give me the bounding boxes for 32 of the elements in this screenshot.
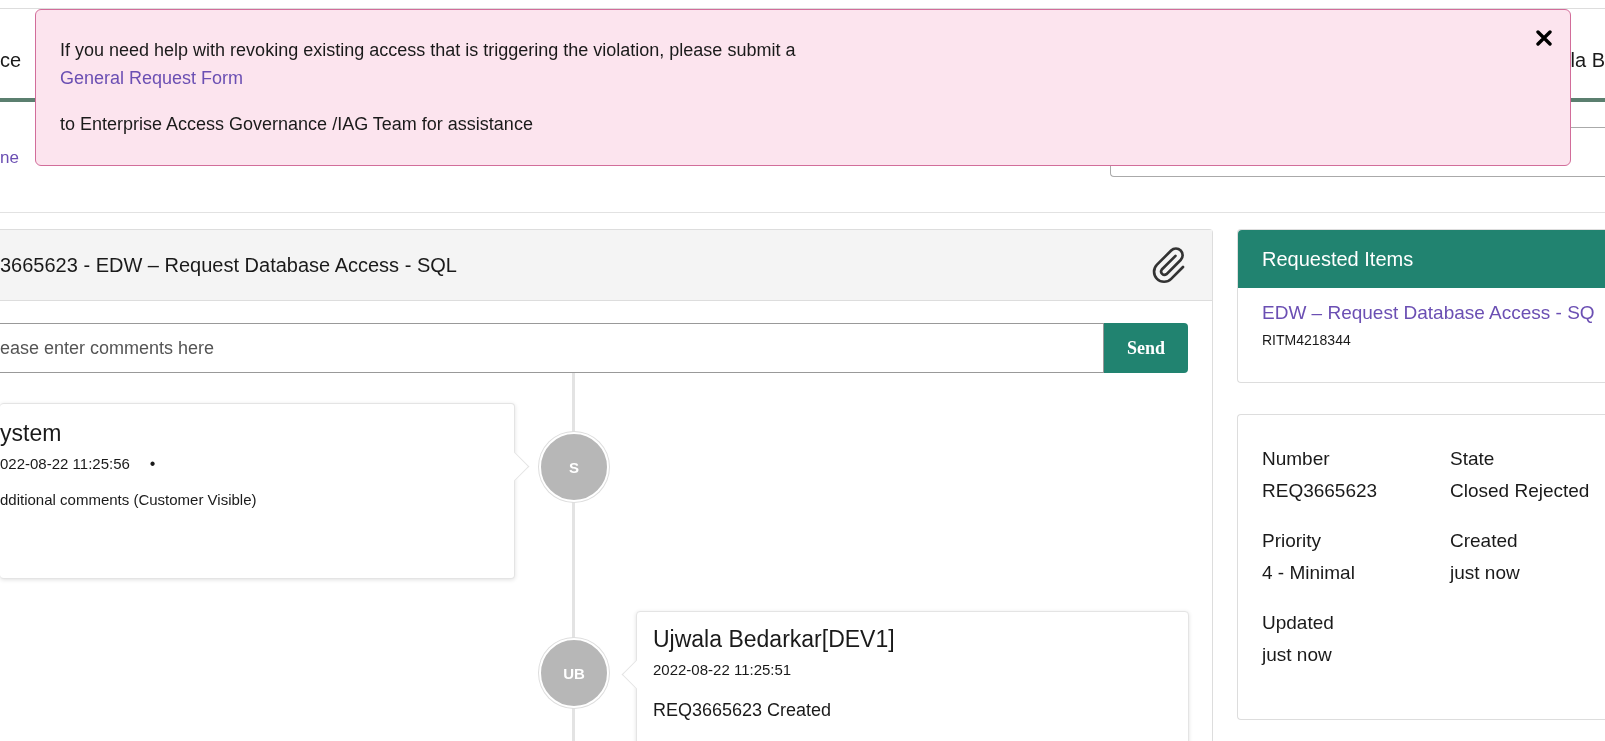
separator-dot: •: [149, 455, 156, 473]
field-value: just now: [1262, 643, 1333, 667]
avatar: S: [539, 432, 609, 502]
request-form-link[interactable]: General Request Form: [60, 64, 244, 92]
field-value: Closed Rejected: [1450, 479, 1591, 503]
item-link[interactable]: EDW – Request Database Access - SQ: [1262, 302, 1595, 324]
activity-text: dditional comments (Customer Visible): [0, 491, 258, 508]
item-number: RITM4218344: [1262, 332, 1352, 348]
field-label: Updated: [1262, 611, 1335, 635]
close-icon[interactable]: [1536, 30, 1552, 46]
field-value: just now: [1450, 561, 1521, 585]
timestamp: 022-08-22 11:25:56: [0, 455, 130, 472]
alert-text: If you need help with revoking existing access that is triggering the violation, please submit a: [60, 39, 797, 62]
field-label: Number: [1262, 447, 1331, 471]
author-name: Ujwala Bedarkar[DEV1]: [653, 626, 896, 653]
timestamp: 2022-08-22 11:25:51: [653, 661, 792, 678]
user-name[interactable]: la B: [1570, 35, 1605, 72]
field-label: Created: [1450, 529, 1519, 553]
alert-text: to Enterprise Access Governance /IAG Team for assistance: [60, 113, 534, 136]
comment-input[interactable]: ease enter comments here: [0, 323, 1104, 373]
field-value: 4 - Minimal: [1262, 561, 1356, 585]
field-label: State: [1450, 447, 1496, 471]
avatar: UB: [539, 638, 609, 708]
field-label: Priority: [1262, 529, 1323, 553]
header-text: ce: [0, 48, 22, 72]
send-button[interactable]: Send: [1104, 323, 1188, 373]
author-name: ystem: [0, 420, 63, 447]
field-value: REQ3665623: [1262, 479, 1379, 503]
ticket-title: 3665623 - EDW – Request Database Access - SQL: [0, 253, 457, 277]
activity-text: REQ3665623 Created: [653, 700, 833, 721]
breadcrumb-link[interactable]: ne: [0, 148, 19, 168]
requested-items-header: Requested Items: [1238, 230, 1605, 288]
